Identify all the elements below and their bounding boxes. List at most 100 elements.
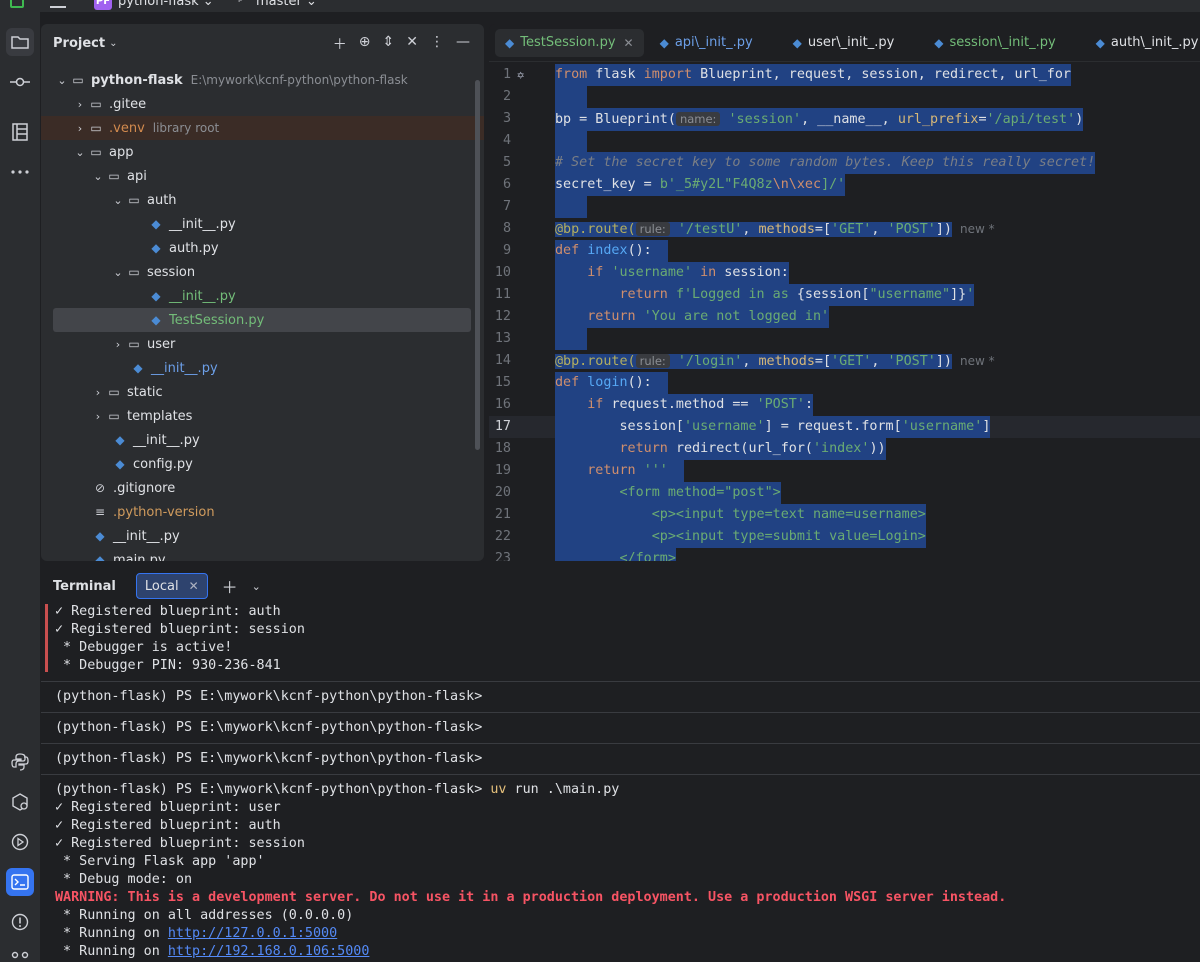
- terminal-prompt[interactable]: (python-flask) PS E:\mywork\kcnf-python\…: [55, 781, 619, 799]
- code-line[interactable]: 16 if request.method == 'POST':: [489, 394, 1200, 416]
- tree-item-main[interactable]: ◆ main.py: [41, 548, 484, 562]
- code-line[interactable]: 9 def index():: [489, 240, 1200, 262]
- project-folder-icon[interactable]: [6, 28, 34, 56]
- code-line[interactable]: 5 # Set the secret key to some random byt…: [489, 152, 1200, 174]
- code-line[interactable]: 22 <p><input type=submit value=Login>: [489, 526, 1200, 548]
- services-icon[interactable]: [6, 788, 34, 816]
- author-hint: new *: [959, 354, 995, 368]
- code-line[interactable]: 8 @bp.route(rule: '/testU', methods=['GET…: [489, 218, 1200, 240]
- terminal-icon[interactable]: [6, 868, 34, 896]
- folder-icon: ▭: [72, 73, 84, 87]
- code-line[interactable]: 19 return ''': [489, 460, 1200, 482]
- tree-item-user[interactable]: › ▭ user: [41, 332, 484, 356]
- param-hint: rule:: [635, 354, 670, 368]
- tree-item-python-version[interactable]: ≡ .python-version: [41, 500, 484, 524]
- main-menu-icon[interactable]: [50, 0, 66, 8]
- chevron-down-icon[interactable]: ⌄: [109, 38, 117, 49]
- code-line[interactable]: 20 <form method="post">: [489, 482, 1200, 504]
- python-file-icon: ◆: [792, 35, 802, 50]
- terminal-line: * Running on all addresses (0.0.0.0): [55, 908, 354, 923]
- app-logo-icon: [10, 0, 24, 8]
- expand-all-icon[interactable]: ⇕: [383, 34, 395, 54]
- new-file-icon[interactable]: ＋: [333, 34, 347, 54]
- tab-user-init[interactable]: ◆ user\_init_.py: [783, 29, 905, 57]
- code-line[interactable]: 6 secret_key = b'_5#y2L"F4Q8z\n\xec]/': [489, 174, 1200, 196]
- code-line[interactable]: 10 if 'username' in session:: [489, 262, 1200, 284]
- terminal-line: * Debugger PIN: 930-236-841: [55, 658, 281, 673]
- ai-assistant-icon[interactable]: ✡: [517, 64, 524, 86]
- options-icon[interactable]: ⋮: [430, 34, 444, 54]
- structure-icon[interactable]: [6, 118, 34, 146]
- lan-address-link[interactable]: http://192.168.0.106:5000: [168, 944, 370, 959]
- package-folder-icon: ▭: [90, 145, 102, 159]
- code-line[interactable]: 12 return 'You are not logged in': [489, 306, 1200, 328]
- code-line[interactable]: 14 @bp.route(rule: '/login', methods=['GE…: [489, 350, 1200, 372]
- code-line[interactable]: 23 </form>: [489, 548, 1200, 561]
- terminal-panel: Terminal Local ✕ ＋ ⌄ ✓ Registered bluepr…: [41, 566, 1200, 962]
- code-line[interactable]: 21 <p><input type=text name=username>: [489, 504, 1200, 526]
- tree-item-python-flask[interactable]: ⌄ ▭ python-flask E:\mywork\kcnf-python\p…: [41, 68, 484, 92]
- tab-auth-init[interactable]: ◆ auth\_init_.py: [1086, 29, 1200, 57]
- code-line[interactable]: 2: [489, 86, 1200, 108]
- tree-item-auth[interactable]: ⌄ ▭ auth: [41, 188, 484, 212]
- error-marker: [45, 604, 48, 672]
- tree-item-session[interactable]: ⌄ ▭ session: [41, 260, 484, 284]
- terminal-title: Terminal: [53, 578, 116, 594]
- tree-item-venv[interactable]: › ▭ .venv library root: [41, 116, 484, 140]
- terminal-tab-local[interactable]: Local ✕: [135, 573, 208, 599]
- tree-item-auth-py[interactable]: ◆ auth.py: [41, 236, 484, 260]
- code-editor: ◆ TestSession.py ✕ ◆ api\_init_.py ◆ use…: [489, 24, 1200, 561]
- commit-icon[interactable]: [6, 68, 34, 96]
- tree-item-templates[interactable]: › ▭ templates: [41, 404, 484, 428]
- hide-panel-icon[interactable]: —: [456, 34, 470, 54]
- version-control-icon[interactable]: [6, 944, 34, 962]
- tab-api-init[interactable]: ◆ api\_init_.py: [650, 29, 763, 57]
- python-file-icon: ◆: [151, 289, 161, 303]
- code-line[interactable]: 13: [489, 328, 1200, 350]
- python-packages-icon[interactable]: [6, 748, 34, 776]
- project-badge[interactable]: PF: [94, 0, 112, 10]
- new-terminal-icon[interactable]: ＋: [222, 574, 238, 598]
- project-scrollbar[interactable]: [475, 80, 480, 450]
- code-line[interactable]: 11 return f'Logged in as {session["usern…: [489, 284, 1200, 306]
- package-folder-icon: ▭: [128, 337, 140, 351]
- more-tools-icon[interactable]: [6, 158, 34, 186]
- code-line[interactable]: 1 ✡ from flask import Blueprint, request, …: [489, 64, 1200, 86]
- tree-item-session-init[interactable]: ◆ __init__.py: [41, 284, 484, 308]
- run-icon[interactable]: [6, 828, 34, 856]
- code-line[interactable]: 7: [489, 196, 1200, 218]
- terminal-prompt: (python-flask) PS E:\mywork\kcnf-python\…: [55, 689, 483, 704]
- tree-item-app-init[interactable]: ◆ __init__.py: [41, 428, 484, 452]
- tree-item-static[interactable]: › ▭ static: [41, 380, 484, 404]
- tree-item-testsession[interactable]: ◆ TestSession.py: [53, 308, 471, 332]
- tree-item-gitee[interactable]: › ▭ .gitee: [41, 92, 484, 116]
- problems-icon[interactable]: [6, 908, 34, 936]
- tree-item-api-init[interactable]: ◆ __init__.py: [41, 356, 484, 380]
- tree-item-gitignore[interactable]: ⊘ .gitignore: [41, 476, 484, 500]
- param-hint: rule:: [635, 222, 670, 236]
- close-tab-icon[interactable]: ✕: [624, 36, 634, 50]
- code-line[interactable]: 3 bp = Blueprint(name: 'session', __name_…: [489, 108, 1200, 131]
- localhost-link[interactable]: http://127.0.0.1:5000: [168, 926, 337, 941]
- tab-testsession[interactable]: ◆ TestSession.py ✕: [495, 28, 644, 57]
- locate-file-icon[interactable]: ⊕: [359, 34, 371, 54]
- tree-item-config[interactable]: ◆ config.py: [41, 452, 484, 476]
- tree-item-app[interactable]: ⌄ ▭ app: [41, 140, 484, 164]
- tree-item-api[interactable]: ⌄ ▭ api: [41, 164, 484, 188]
- chevron-down-icon[interactable]: ⌄: [252, 580, 261, 593]
- tab-session-init[interactable]: ◆ session\_init_.py: [924, 29, 1065, 57]
- tree-item-auth-init[interactable]: ◆ __init__.py: [41, 212, 484, 236]
- project-switcher[interactable]: python-flask ⌄: [118, 0, 214, 9]
- code-line-current[interactable]: 17 session['username'] = request.form['u…: [489, 416, 1200, 438]
- code-line[interactable]: 4: [489, 130, 1200, 152]
- tree-item-root-init[interactable]: ◆ __init__.py: [41, 524, 484, 548]
- tool-window-bar: [0, 12, 40, 962]
- collapse-all-icon[interactable]: ✕: [406, 34, 418, 54]
- code-line[interactable]: 18 return redirect(url_for('index')): [489, 438, 1200, 460]
- python-file-icon: ◆: [95, 553, 105, 561]
- project-panel-title[interactable]: Project: [53, 36, 105, 51]
- branch-switcher[interactable]: master ⌄: [256, 0, 317, 9]
- close-icon[interactable]: ✕: [189, 579, 199, 593]
- code-area[interactable]: 1 ✡ from flask import Blueprint, request, …: [489, 64, 1200, 561]
- code-line[interactable]: 15 def login():: [489, 372, 1200, 394]
